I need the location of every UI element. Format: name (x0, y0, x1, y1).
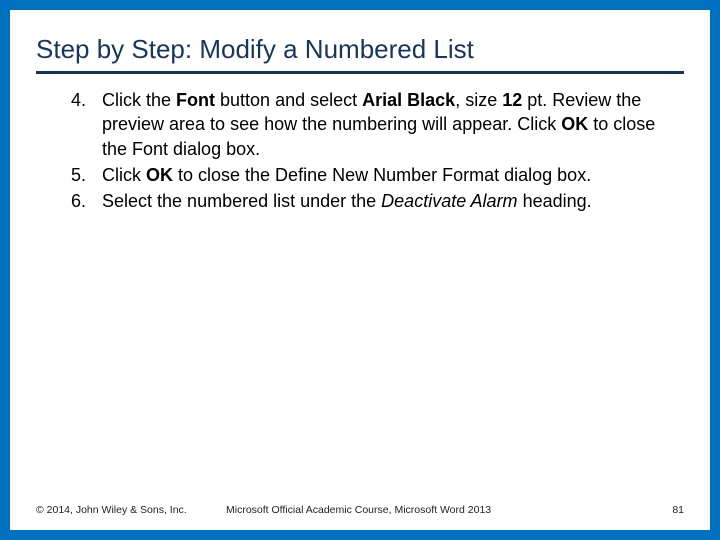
steps-list: 4.Click the Font button and select Arial… (36, 88, 684, 213)
list-item: 5.Click OK to close the Define New Numbe… (40, 163, 674, 187)
step-text: Click the Font button and select Arial B… (102, 88, 674, 161)
page-title: Step by Step: Modify a Numbered List (36, 34, 684, 74)
step-text: Select the numbered list under the Deact… (102, 189, 674, 213)
step-text: Click OK to close the Define New Number … (102, 163, 674, 187)
step-number: 6. (40, 189, 102, 213)
list-item: 6.Select the numbered list under the Dea… (40, 189, 674, 213)
footer-copyright: © 2014, John Wiley & Sons, Inc. (36, 504, 187, 516)
step-number: 4. (40, 88, 102, 161)
slide: Step by Step: Modify a Numbered List 4.C… (10, 10, 710, 530)
footer: © 2014, John Wiley & Sons, Inc. Microsof… (36, 504, 684, 516)
list-item: 4.Click the Font button and select Arial… (40, 88, 674, 161)
footer-course: Microsoft Official Academic Course, Micr… (226, 504, 684, 516)
step-number: 5. (40, 163, 102, 187)
